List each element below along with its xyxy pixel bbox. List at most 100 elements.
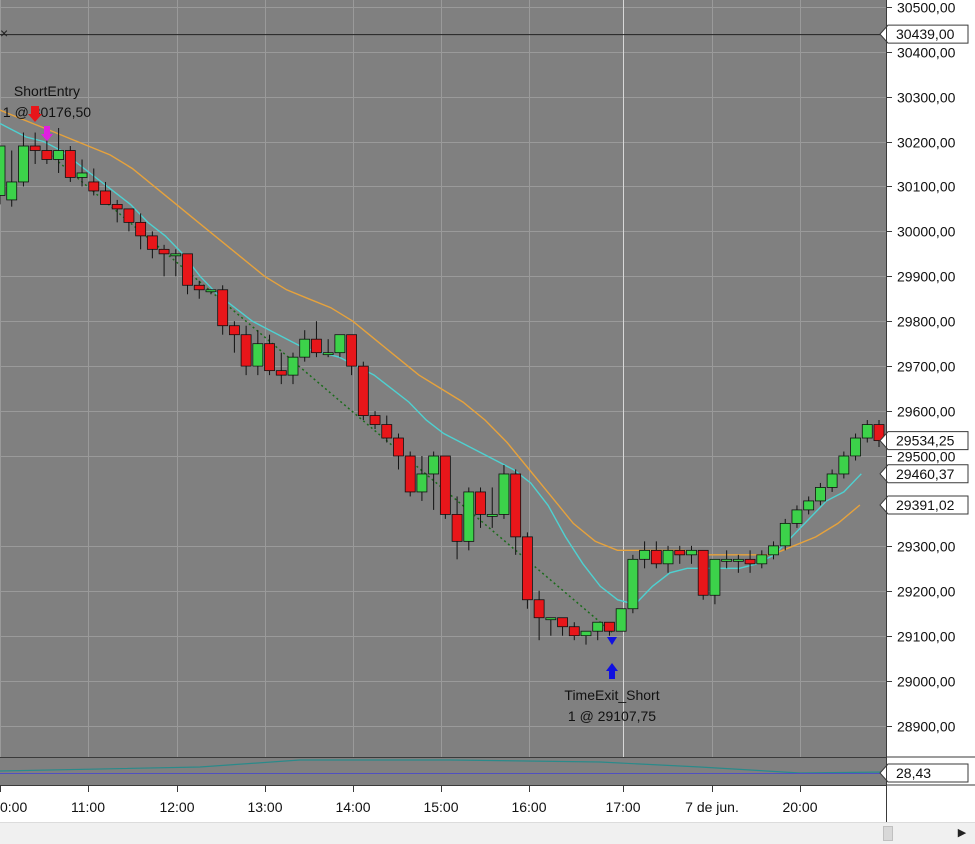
time-axis[interactable]: 0:00 11:00 12:00 13:00 14:00 15:00 16:00 17:00 7…	[0, 786, 886, 822]
candle-down	[100, 190, 111, 205]
y-tick-label: 28900,00	[897, 719, 956, 735]
candle-up	[815, 487, 826, 502]
candle-up	[53, 150, 64, 160]
candle-up	[486, 514, 498, 517]
candle-up	[170, 253, 182, 257]
x-tick-label: 20:00	[782, 799, 817, 815]
y-tick-label: 30300,00	[897, 90, 956, 106]
x-tick-label: 16:00	[511, 799, 546, 815]
y-tick-label: 29700,00	[897, 359, 956, 375]
candle-up	[76, 172, 88, 178]
candle-up	[826, 473, 838, 488]
candle-up	[18, 145, 29, 183]
candle-up	[0, 145, 6, 196]
y-tick-label: 30000,00	[897, 224, 956, 240]
scroll-right-icon[interactable]: ▶	[955, 825, 969, 841]
candle-down	[41, 150, 53, 160]
price-marker-label: 29391,02	[896, 497, 955, 513]
candle-up	[709, 558, 721, 596]
y-tick-label: 30500,00	[897, 0, 956, 16]
entry-price-label: 1 @ 30176,50	[3, 104, 91, 120]
indicator-panel: 28,43	[0, 757, 969, 786]
candle-up	[205, 289, 217, 293]
y-tick-label: 29100,00	[897, 629, 956, 645]
y-tick-label: 29000,00	[897, 674, 956, 690]
candle-up	[639, 549, 650, 560]
candle-down	[193, 284, 205, 291]
candle-up	[287, 356, 299, 376]
entry-name-label: ShortEntry	[14, 83, 80, 99]
candle-up	[322, 352, 334, 356]
candle-up	[463, 491, 475, 542]
x-tick-label: 0:00	[0, 799, 27, 815]
candle-up	[791, 509, 803, 524]
candle-up	[334, 334, 346, 354]
candle-down	[88, 181, 100, 192]
horizontal-scrollbar[interactable]: ▶	[0, 822, 975, 844]
candle-down	[475, 491, 486, 515]
price-chart[interactable]: ShortEntry 1 @ 30176,50 TimeExit_Short 1…	[0, 0, 975, 843]
candle-down	[123, 208, 135, 223]
y-tick-label: 29900,00	[897, 269, 956, 285]
x-tick-label: 12:00	[159, 799, 194, 815]
candle-down	[533, 599, 545, 619]
x-tick-label: 11:00	[71, 799, 105, 815]
y-tick-label: 29800,00	[897, 314, 956, 330]
candle-down	[381, 424, 393, 439]
candle-up	[662, 549, 674, 565]
candle-down	[510, 473, 522, 538]
indicator-marker-label: 28,43	[896, 765, 931, 781]
candle-up	[299, 338, 311, 358]
candle-down	[146, 235, 158, 250]
y-tick-label: 29600,00	[897, 404, 956, 420]
y-tick-label: 29500,00	[897, 449, 956, 465]
candle-up	[756, 554, 768, 565]
candle-up	[838, 455, 850, 475]
candle-down	[29, 145, 41, 151]
scroll-thumb[interactable]	[883, 826, 893, 841]
candle-down	[182, 253, 193, 286]
candle-up	[615, 608, 627, 632]
candle-down	[568, 626, 580, 637]
price-marker-label: 30439,00	[896, 26, 955, 42]
candle-down	[275, 370, 287, 376]
candle-up	[592, 621, 604, 632]
x-tick-label: 13:00	[247, 799, 282, 815]
candle-down	[64, 150, 76, 178]
candle-up	[580, 630, 592, 637]
candle-down	[158, 248, 170, 255]
exit-name-label: TimeExit_Short	[564, 687, 659, 703]
candle-down	[369, 415, 381, 425]
candle-up	[779, 522, 791, 547]
y-tick-label: 30100,00	[897, 179, 956, 195]
candle-up	[545, 617, 557, 621]
candle-down	[674, 549, 686, 556]
candle-down	[357, 365, 369, 416]
candle-down	[557, 617, 568, 628]
candle-down	[311, 338, 322, 354]
x-tick-label: 15:00	[423, 799, 458, 815]
candle-down	[697, 549, 709, 596]
candle-down	[404, 455, 416, 493]
candle-down	[111, 204, 123, 210]
candle-up	[428, 455, 440, 475]
candle-down	[264, 343, 275, 372]
candle-up	[861, 424, 873, 439]
candle-up	[732, 558, 744, 562]
y-tick-label: 30200,00	[897, 135, 956, 151]
candle-up	[627, 558, 639, 610]
candle-down	[228, 325, 240, 336]
candle-down	[240, 334, 252, 367]
exit-price-label: 1 @ 29107,75	[568, 708, 656, 724]
candle-down	[439, 455, 451, 515]
candle-up	[721, 558, 733, 562]
price-marker-label: 29534,25	[896, 433, 955, 449]
y-tick-label: 29300,00	[897, 539, 956, 555]
candle-down	[522, 536, 533, 601]
candle-up	[416, 473, 428, 493]
candle-down	[393, 437, 404, 457]
candle-down	[604, 621, 615, 632]
close-icon[interactable]: ×	[0, 25, 8, 41]
candle-up	[252, 343, 264, 367]
price-marker-label: 29460,37	[896, 466, 955, 482]
